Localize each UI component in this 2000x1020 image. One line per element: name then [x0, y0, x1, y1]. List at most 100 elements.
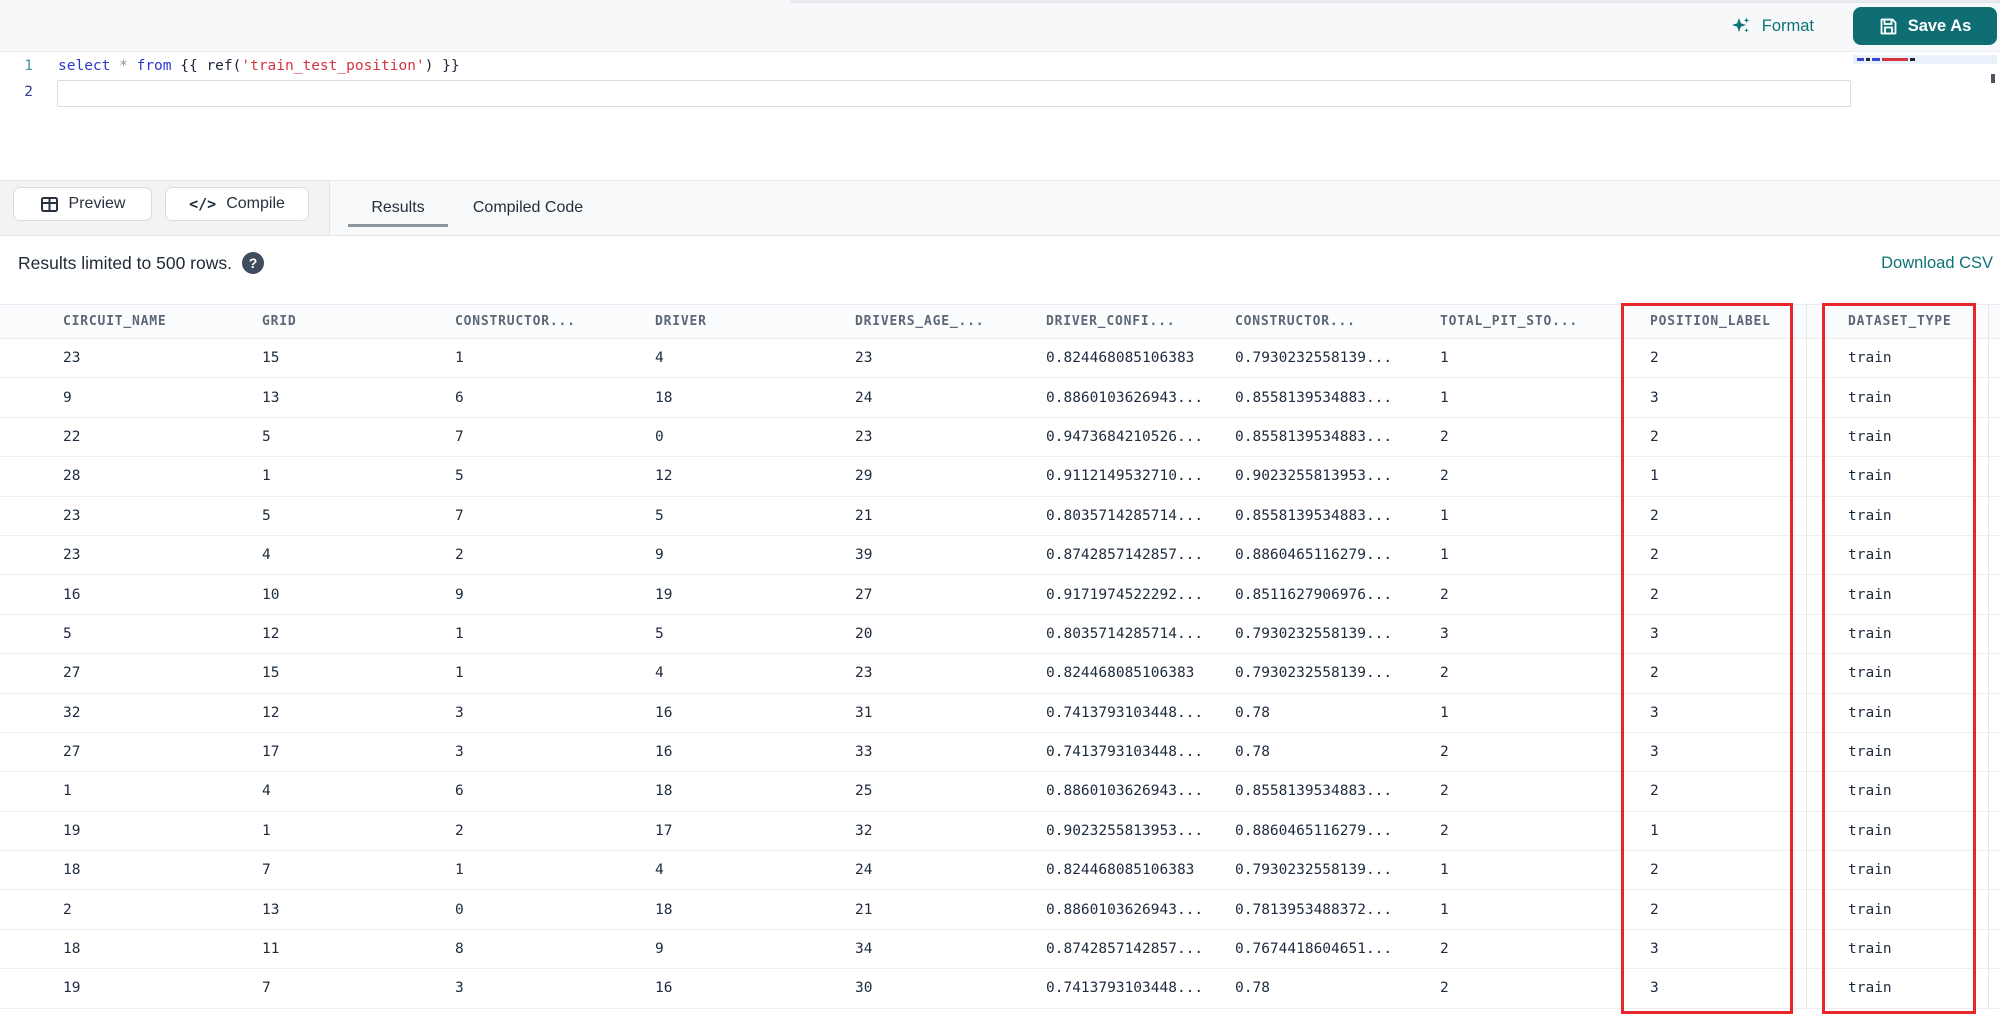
table-cell: 3	[1650, 377, 1848, 418]
table-cell: 2	[1650, 850, 1848, 891]
active-line-input-box[interactable]	[57, 80, 1851, 107]
table-cell: 2	[1650, 535, 1848, 576]
table-cell: 1	[455, 850, 655, 891]
table-cell: train	[1848, 771, 2000, 812]
table-cell: 0.78	[1235, 968, 1440, 1009]
table-cell: 1	[1440, 850, 1650, 891]
code-token: {{	[171, 58, 207, 74]
table-cell: 32	[0, 693, 262, 733]
active-tab-underline	[348, 224, 448, 227]
table-cell: 31	[855, 693, 1046, 733]
code-icon: </>	[189, 195, 217, 213]
table-cell: 2	[1650, 889, 1848, 930]
code-line-1-content: select * from {{ ref('train_test_positio…	[58, 58, 460, 74]
table-cell: 0.7930232558139...	[1235, 653, 1440, 694]
tab-compiled-code[interactable]: Compiled Code	[468, 181, 588, 235]
help-icon[interactable]: ?	[241, 252, 264, 274]
table-cell: 12	[262, 614, 455, 655]
table-cell: 0.8511627906976...	[1235, 574, 1440, 615]
table-cell: 3	[1650, 968, 1848, 1009]
table-cell: 4	[262, 771, 455, 812]
table-row: 23 15 1 4 23 0.824468085106383 0.7930232558139…	[0, 338, 2000, 379]
table-header-row: CIRCUIT_NAME GRID CONSTRUCTOR... DRIVER DRIV…	[0, 304, 2000, 339]
column-header: CIRCUIT_NAME	[0, 304, 262, 339]
save-as-button[interactable]: Save As	[1853, 7, 1997, 45]
minimap-code-mark	[1866, 58, 1870, 61]
table-cell: 3	[455, 693, 655, 733]
table-cell: 4	[655, 338, 855, 379]
preview-button-label: Preview	[68, 195, 126, 212]
table-cell: 0.8742857142857...	[1046, 929, 1235, 970]
table-cell: 23	[855, 338, 1046, 379]
code-area[interactable]: select * from {{ ref('train_test_positio…	[57, 53, 1851, 107]
table-cell: 5	[655, 614, 855, 655]
table-cell: 11	[262, 929, 455, 970]
table-cell: 23	[0, 496, 262, 536]
results-meta-bar: Results limited to 500 rows. ? Download …	[0, 236, 2000, 304]
column-header: TOTAL_PIT_STO...	[1440, 304, 1650, 339]
format-button[interactable]: Format	[1724, 8, 1820, 44]
table-cell: 28	[0, 456, 262, 497]
table-cell: 0.8558139534883...	[1235, 417, 1440, 458]
line-number-gutter: 1 2	[0, 53, 44, 105]
table-cell: 17	[655, 811, 855, 852]
table-cell: 7	[455, 496, 655, 536]
table-cell: train	[1848, 496, 2000, 536]
download-csv-link[interactable]: Download CSV	[1881, 254, 1993, 273]
table-cell: 19	[0, 811, 262, 852]
table-cell: 2	[1650, 417, 1848, 458]
table-cell: 2	[1650, 653, 1848, 694]
table-row: 19 7 3 16 30 0.7413793103448... 0.78 2 3 train	[0, 968, 2000, 1009]
preview-button[interactable]: Preview	[13, 187, 152, 221]
table-row: 16 10 9 19 27 0.9171974522292... 0.85116279069…	[0, 574, 2000, 615]
minimap-scroll-indicator[interactable]	[1991, 74, 1995, 83]
row-limit-text: Results limited to 500 rows.	[18, 252, 232, 273]
editor-minimap[interactable]	[1853, 54, 1997, 176]
table-cell: train	[1848, 574, 2000, 615]
table-cell: 8	[455, 929, 655, 970]
table-row: 9 13 6 18 24 0.8860103626943... 0.855813953488…	[0, 377, 2000, 418]
table-cell: 2	[1440, 968, 1650, 1009]
table-cell: 1	[455, 338, 655, 379]
table-cell: 0.8860465116279...	[1235, 535, 1440, 576]
table-cell: 21	[855, 889, 1046, 930]
sql-editor[interactable]: 1 2 select * from {{ ref('train_test_pos…	[0, 52, 2000, 180]
table-cell: 21	[855, 496, 1046, 536]
results-table-container: CIRCUIT_NAME GRID CONSTRUCTOR... DRIVER DRIV…	[0, 303, 2000, 1014]
table-cell: 30	[855, 968, 1046, 1009]
table-cell: 0.9023255813953...	[1235, 456, 1440, 497]
code-token: 'train_test_position'	[241, 58, 425, 74]
compile-button[interactable]: </> Compile	[165, 187, 309, 221]
table-cell: 0.8558139534883...	[1235, 377, 1440, 418]
table-cell: 23	[855, 417, 1046, 458]
table-cell: 0.824468085106383	[1046, 850, 1235, 891]
table-cell: 18	[0, 929, 262, 970]
table-cell: 4	[262, 535, 455, 576]
table-cell: 0.7413793103448...	[1046, 732, 1235, 773]
table-cell: train	[1848, 850, 2000, 891]
table-cell: 0.8860465116279...	[1235, 811, 1440, 852]
table-cell: 0.824468085106383	[1046, 338, 1235, 379]
table-cell: train	[1848, 614, 2000, 655]
table-cell: 2	[1440, 417, 1650, 458]
table-cell: 6	[455, 771, 655, 812]
table-cell: 0.8860103626943...	[1046, 889, 1235, 930]
table-cell: 7	[262, 850, 455, 891]
table-row: 18 11 8 9 34 0.8742857142857... 0.767441860465…	[0, 929, 2000, 970]
table-row: 23 4 2 9 39 0.8742857142857... 0.8860465116279…	[0, 535, 2000, 576]
table-cell: 16	[655, 968, 855, 1009]
table-cell: 0.824468085106383	[1046, 653, 1235, 694]
tab-results[interactable]: Results	[348, 181, 448, 235]
table-cell: 0.9171974522292...	[1046, 574, 1235, 615]
table-cell: 15	[262, 338, 455, 379]
table-cell: 2	[1440, 929, 1650, 970]
table-cell: 33	[855, 732, 1046, 773]
table-cell: 0.7813953488372...	[1235, 889, 1440, 930]
table-cell: 3	[1650, 732, 1848, 773]
table-cell: 16	[0, 574, 262, 615]
minimap-code-mark	[1872, 58, 1880, 61]
table-cell: 23	[0, 338, 262, 379]
table-cell: 1	[1440, 889, 1650, 930]
table-cell: 2	[0, 889, 262, 930]
